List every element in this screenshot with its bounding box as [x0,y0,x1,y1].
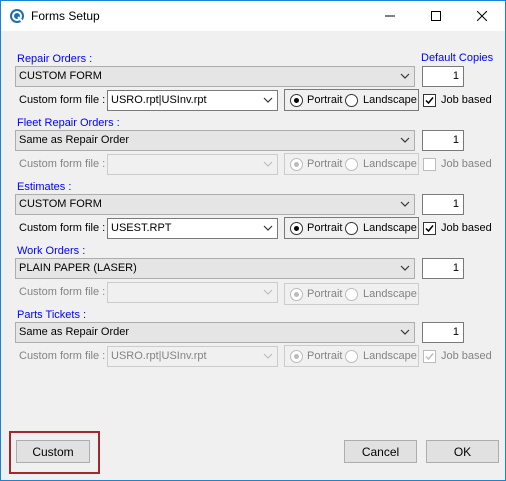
checkmark-icon [425,353,434,361]
landscape-label: Landscape [363,288,417,300]
parts-tickets-copies-value: 1 [452,326,459,338]
parts-tickets-label: Parts Tickets : [17,309,87,321]
estimates-landscape-radio[interactable] [345,222,358,235]
repair-orders-copies-value: 1 [452,70,459,82]
estimates-label: Estimates : [17,181,72,193]
checkmark-icon [425,225,434,233]
window-title: Forms Setup [31,9,100,23]
chevron-down-icon [263,225,273,231]
chevron-down-icon [263,289,273,295]
work-orders-portrait-radio [290,288,303,301]
estimates-custom-file-label: Custom form file : [19,222,106,234]
checkmark-icon [425,97,434,105]
estimates-orientation-group: Portrait Landscape [284,217,419,239]
chevron-down-icon [263,353,273,359]
parts-tickets-copies-input[interactable]: 1 [422,322,464,343]
fleet-repair-orders-form-value: Same as Repair Order [19,134,130,146]
close-button[interactable] [459,1,505,31]
parts-tickets-custom-file-select: USRO.rpt|USInv.rpt [107,346,278,367]
repair-orders-custom-file-select[interactable]: USRO.rpt|USInv.rpt [107,90,278,111]
fleet-repair-orders-orientation-group: Portrait Landscape [284,153,419,175]
parts-tickets-form-select[interactable]: Same as Repair Order [15,322,415,343]
estimates-copies-value: 1 [452,198,459,210]
fleet-repair-orders-landscape-radio [345,158,358,171]
default-copies-label: Default Copies [421,52,494,64]
job-based-label: Job based [441,350,492,362]
work-orders-copies-input[interactable]: 1 [422,258,464,279]
fleet-repair-orders-copies-input[interactable]: 1 [422,130,464,151]
minimize-button[interactable] [367,1,413,31]
repair-orders-orientation-group: Portrait Landscape [284,89,419,111]
minimize-icon [385,15,395,17]
work-orders-form-select[interactable]: PLAIN PAPER (LASER) [15,258,415,279]
parts-tickets-form-value: Same as Repair Order [19,326,130,338]
repair-orders-form-value: CUSTOM FORM [19,70,102,82]
maximize-button[interactable] [413,1,459,31]
estimates-copies-input[interactable]: 1 [422,194,464,215]
estimates-custom-file-select[interactable]: USEST.RPT [107,218,278,239]
chevron-down-icon [400,73,410,79]
portrait-label: Portrait [307,288,343,300]
chevron-down-icon [400,329,410,335]
portrait-label: Portrait [307,350,343,362]
parts-tickets-job-based-checkbox [423,350,436,363]
fleet-repair-orders-custom-file-label: Custom form file : [19,158,106,170]
parts-tickets-custom-file-value: USRO.rpt|USInv.rpt [111,350,207,362]
landscape-label: Landscape [363,222,417,234]
app-logo-icon [10,9,24,23]
fleet-repair-orders-portrait-radio [290,158,303,171]
landscape-label: Landscape [363,350,417,362]
landscape-label: Landscape [363,158,417,170]
estimates-custom-file-value: USEST.RPT [111,222,172,234]
work-orders-copies-value: 1 [452,262,459,274]
work-orders-orientation-group: Portrait Landscape [284,283,419,305]
parts-tickets-orientation-group: Portrait Landscape [284,345,419,367]
estimates-job-based-checkbox[interactable] [423,222,436,235]
job-based-label: Job based [441,222,492,234]
repair-orders-job-based-checkbox[interactable] [423,94,436,107]
estimates-form-value: CUSTOM FORM [19,198,102,210]
repair-orders-copies-input[interactable]: 1 [422,66,464,87]
title-bar[interactable]: Forms Setup [1,1,505,31]
close-icon [477,11,487,21]
estimates-form-select[interactable]: CUSTOM FORM [15,194,415,215]
parts-tickets-landscape-radio [345,350,358,363]
repair-orders-custom-file-label: Custom form file : [19,94,106,106]
custom-button[interactable]: Custom [16,440,90,463]
landscape-label: Landscape [363,94,417,106]
repair-orders-form-select[interactable]: CUSTOM FORM [15,66,415,87]
job-based-label: Job based [441,158,492,170]
ok-button[interactable]: OK [426,440,499,463]
work-orders-custom-file-label: Custom form file : [19,286,106,298]
work-orders-custom-file-select [107,282,278,303]
work-orders-label: Work Orders : [17,245,86,257]
portrait-label: Portrait [307,94,343,106]
chevron-down-icon [400,265,410,271]
maximize-icon [431,11,441,21]
repair-orders-label: Repair Orders : [17,53,93,65]
fleet-repair-orders-custom-file-select [107,154,278,175]
repair-orders-portrait-radio[interactable] [290,94,303,107]
estimates-portrait-radio[interactable] [290,222,303,235]
chevron-down-icon [263,97,273,103]
cancel-button[interactable]: Cancel [344,440,417,463]
chevron-down-icon [263,161,273,167]
portrait-label: Portrait [307,222,343,234]
repair-orders-landscape-radio[interactable] [345,94,358,107]
job-based-label: Job based [441,94,492,106]
fleet-repair-orders-job-based-checkbox [423,158,436,171]
portrait-label: Portrait [307,158,343,170]
parts-tickets-portrait-radio [290,350,303,363]
fleet-repair-orders-form-select[interactable]: Same as Repair Order [15,130,415,151]
fleet-repair-orders-label: Fleet Repair Orders : [17,117,120,129]
parts-tickets-custom-file-label: Custom form file : [19,350,106,362]
chevron-down-icon [400,137,410,143]
work-orders-landscape-radio [345,288,358,301]
repair-orders-custom-file-value: USRO.rpt|USInv.rpt [111,94,207,106]
fleet-repair-orders-copies-value: 1 [452,134,459,146]
work-orders-form-value: PLAIN PAPER (LASER) [19,262,137,274]
chevron-down-icon [400,201,410,207]
forms-setup-window: Forms Setup Default Copies Repair Orders… [0,0,506,481]
